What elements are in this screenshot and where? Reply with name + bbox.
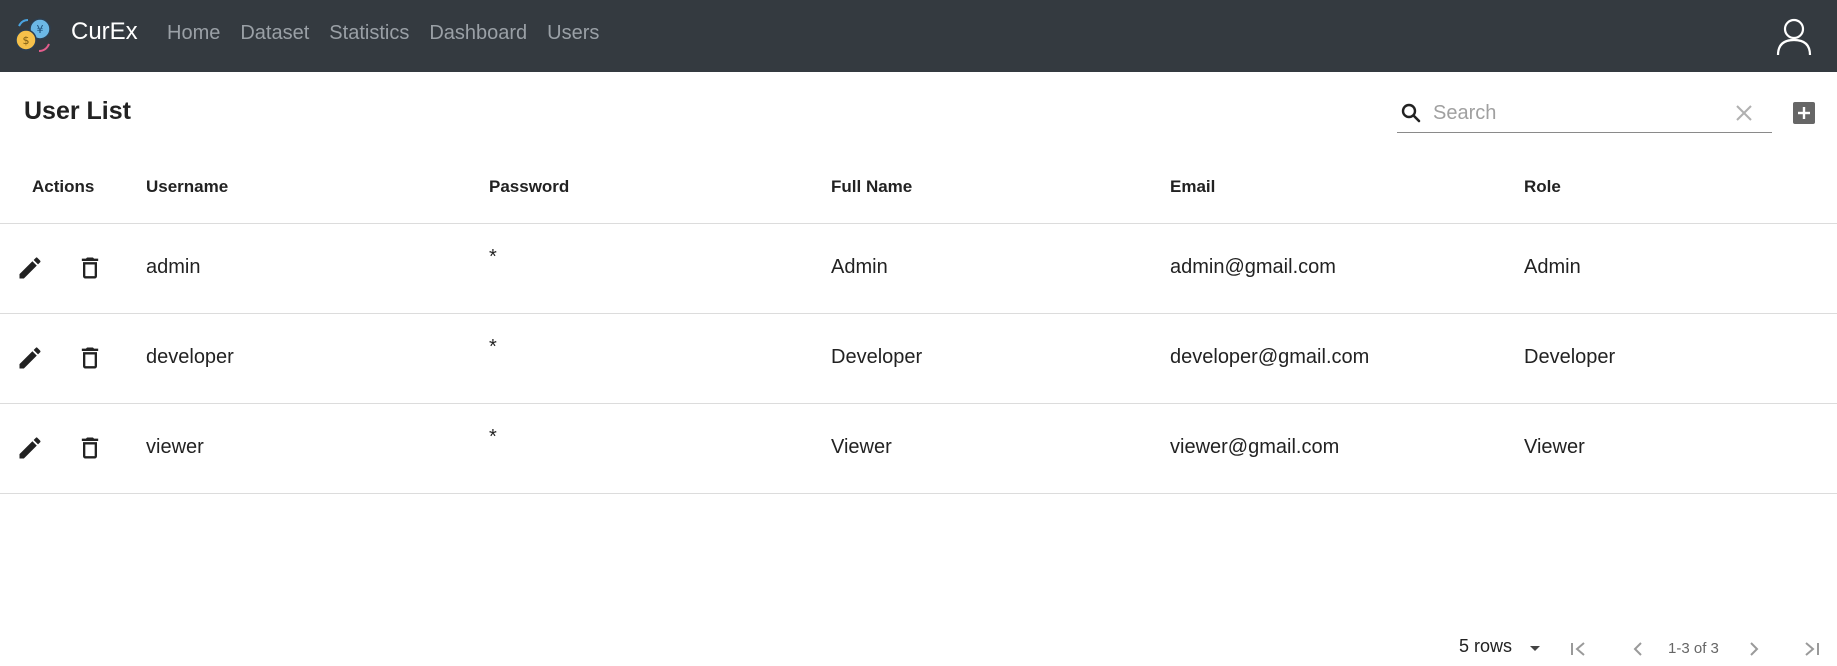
last-page-icon[interactable] [1800,637,1824,661]
cell-email: viewer@gmail.com [1170,436,1340,458]
page-range: 1-3 of 3 [1668,640,1719,657]
table-row: viewer * Viewer viewer@gmail.com Viewer [0,404,1837,494]
cell-password: * [489,336,497,358]
table-header: Actions Username Password Full Name Emai… [0,152,1837,224]
search-box [1397,96,1772,133]
brand-name[interactable]: CurEx [71,18,138,46]
edit-icon[interactable] [16,434,44,462]
cell-email: admin@gmail.com [1170,256,1336,278]
nav-users[interactable]: Users [547,22,599,45]
nav-home[interactable]: Home [167,22,220,45]
search-icon [1401,103,1421,123]
nav-links: Home Dataset Statistics Dashboard Users [167,22,619,45]
cell-username: viewer [146,436,204,458]
first-page-icon[interactable] [1566,637,1590,661]
delete-icon[interactable] [76,344,104,372]
currency-exchange-logo[interactable]: ¥ $ [14,16,54,54]
cell-password: * [489,426,497,448]
add-user-button[interactable] [1792,101,1816,125]
rows-per-page-select[interactable]: 5 rows [1459,636,1512,657]
cell-username: admin [146,256,201,278]
svg-text:$: $ [23,34,30,47]
search-input[interactable] [1431,98,1725,128]
page-title: User List [24,97,131,125]
cell-role: Developer [1524,346,1616,368]
cell-full-name: Admin [831,256,888,278]
nav-dashboard[interactable]: Dashboard [429,22,527,45]
cell-email: developer@gmail.com [1170,346,1370,368]
table-row: developer * Developer developer@gmail.co… [0,314,1837,404]
header-role[interactable]: Role [1524,177,1561,197]
header-email[interactable]: Email [1170,177,1215,197]
next-page-icon[interactable] [1742,637,1766,661]
nav-dataset[interactable]: Dataset [240,22,309,45]
cell-full-name: Viewer [831,436,892,458]
user-table: Actions Username Password Full Name Emai… [0,152,1837,494]
cell-username: developer [146,346,234,368]
delete-icon[interactable] [76,254,104,282]
edit-icon[interactable] [16,344,44,372]
cell-password: * [489,246,497,268]
prev-page-icon[interactable] [1626,637,1650,661]
header-full-name[interactable]: Full Name [831,177,912,197]
dropdown-arrow-icon[interactable] [1525,638,1545,658]
cell-role: Admin [1524,256,1581,278]
header-password[interactable]: Password [489,177,569,197]
nav-statistics[interactable]: Statistics [329,22,409,45]
edit-icon[interactable] [16,254,44,282]
pagination: 5 rows 1-3 of 3 [0,636,1837,660]
header-username[interactable]: Username [146,177,228,197]
delete-icon[interactable] [76,434,104,462]
cell-role: Viewer [1524,436,1585,458]
clear-icon[interactable] [1734,103,1754,123]
table-row: admin * Admin admin@gmail.com Admin [0,224,1837,314]
navbar: ¥ $ CurEx Home Dataset Statistics Dashbo… [0,0,1837,72]
user-icon[interactable] [1773,15,1815,57]
header-actions: Actions [32,177,95,196]
svg-text:¥: ¥ [37,23,44,36]
cell-full-name: Developer [831,346,923,368]
